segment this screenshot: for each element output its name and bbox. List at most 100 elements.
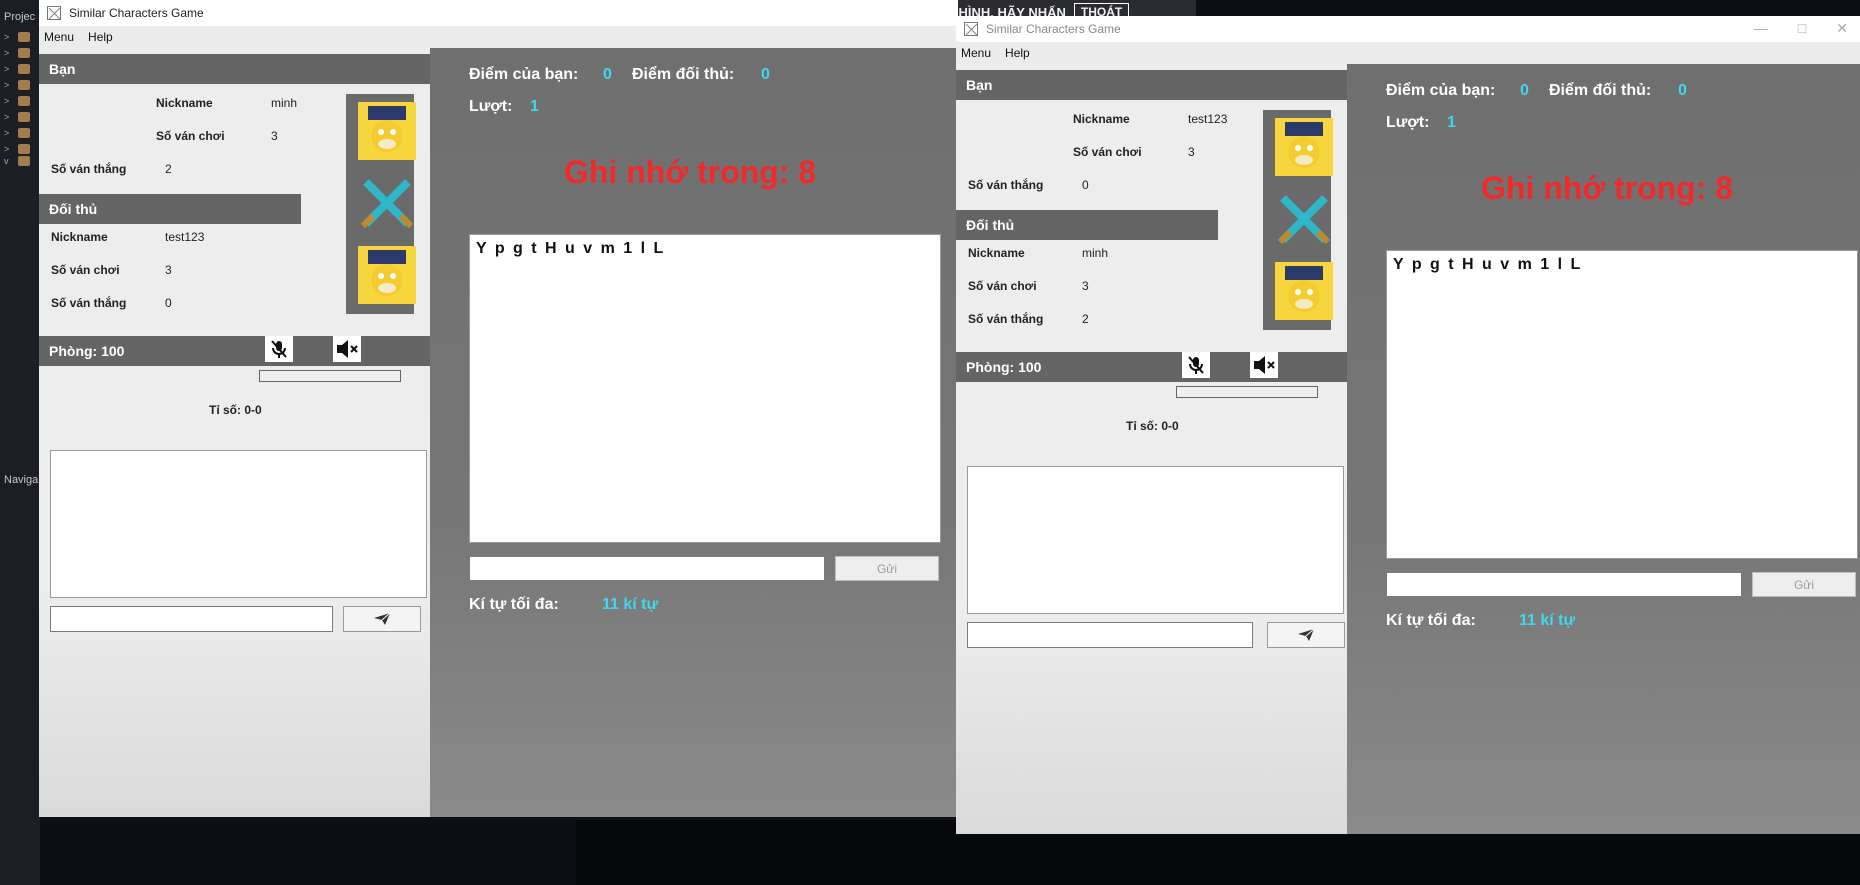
chat-input[interactable] [967,622,1253,648]
your-score-label: Điểm của bạn: [1386,82,1496,99]
opponent-avatar [358,246,416,304]
player-avatar [358,102,416,160]
room-header: Phòng: 100 [956,352,1347,382]
game-panel: Điểm của bạn: 0 Điểm đối thủ: 0 Lượt: 1 … [430,48,958,817]
submit-answer-button[interactable]: Gửi [835,556,939,581]
tree-expand-icon[interactable]: > [4,96,9,106]
close-icon[interactable]: ✕ [1836,20,1848,37]
volume-level-bar[interactable] [259,370,401,382]
tree-expand-icon[interactable]: > [4,144,9,154]
project-icon [18,96,30,106]
your-score-value: 0 [1520,82,1529,99]
tree-expand-icon[interactable]: > [4,128,9,138]
opponent-section-header: Đối thủ [39,194,301,224]
chat-messages-area[interactable] [50,450,427,598]
you-wins-label: Số ván thắng [51,162,127,176]
turn-value: 1 [530,98,539,115]
ide-navigator-label: Naviga [4,474,39,486]
opponent-score-label: Điểm đối thủ: [632,66,735,83]
opponent-wins-value: 2 [1082,312,1089,326]
app-icon [964,22,978,36]
maximize-icon[interactable]: □ [1798,20,1806,37]
volume-level-bar[interactable] [1176,386,1318,398]
opponent-nickname-label: Nickname [51,230,108,244]
opponent-nickname-label: Nickname [968,246,1025,260]
menubar: Menu Help [39,26,958,48]
your-score-value: 0 [603,66,612,83]
you-games-value: 3 [1188,145,1195,159]
project-icon [18,144,30,154]
match-score: Tỉ số: 0-0 [209,403,262,417]
opponent-section-header: Đối thủ [956,210,1218,240]
paper-plane-icon [374,612,391,625]
ide-sidebar: Projec > > > > > > > > v Naviga [0,0,40,885]
opponent-avatar [1275,262,1333,320]
menu-item-help[interactable]: Help [1005,46,1030,60]
speaker-muted-icon[interactable] [1250,352,1278,378]
turn-label: Lượt: [1386,114,1430,131]
opponent-score-value: 0 [1678,82,1687,99]
chat-messages-area[interactable] [967,466,1344,614]
game-window-player-test123: Similar Characters Game — □ ✕ Menu Help … [956,16,1860,834]
you-nickname-value: minh [271,96,298,110]
answer-input[interactable] [1386,572,1742,597]
ide-projects-label: Projec [4,11,36,23]
menu-item-menu[interactable]: Menu [961,46,991,60]
chat-input[interactable] [50,606,333,632]
you-games-label: Số ván chơi [156,129,225,143]
you-wins-label: Số ván thắng [968,178,1044,192]
you-games-label: Số ván chơi [1073,145,1142,159]
player-info-panel: Bạn Nickname minh Số ván chơi 3 Số ván t… [39,48,430,817]
app-icon [47,6,61,20]
tree-expand-icon[interactable]: > [4,112,9,122]
opponent-score-value: 0 [761,66,770,83]
characters-display: Y p g t H u v m 1 l L [1386,250,1858,559]
menubar: Menu Help [956,42,1860,64]
chat-send-button[interactable] [1267,622,1345,648]
project-icon [18,32,30,42]
window-titlebar[interactable]: Similar Characters Game [39,0,958,26]
speaker-muted-icon[interactable] [333,336,361,362]
max-chars-value: 11 kí tự [1519,612,1576,629]
opponent-wins-value: 0 [165,296,172,310]
opponent-nickname-value: minh [1082,246,1109,260]
mic-muted-icon[interactable] [1182,352,1210,378]
you-nickname-label: Nickname [1073,112,1130,126]
you-games-value: 3 [271,129,278,143]
tree-expand-icon[interactable]: > [4,80,9,90]
project-icon [18,80,30,90]
turn-value: 1 [1447,114,1456,131]
mic-muted-icon[interactable] [265,336,293,362]
paper-plane-icon [1298,628,1315,641]
window-title: Similar Characters Game [986,22,1121,36]
answer-input[interactable] [469,556,825,581]
menu-item-menu[interactable]: Menu [44,30,74,44]
game-window-player-minh: Similar Characters Game Menu Help Bạn Ni… [39,0,958,817]
turn-label: Lượt: [469,98,513,115]
you-section-header: Bạn [956,70,1347,100]
chat-send-button[interactable] [343,606,421,632]
opponent-games-label: Số ván chơi [968,279,1037,293]
opponent-games-label: Số ván chơi [51,263,120,277]
you-section-header: Bạn [39,54,430,84]
tree-expand-icon[interactable]: > [4,64,9,74]
crossed-swords-icon [1275,190,1333,248]
window-titlebar[interactable]: Similar Characters Game — □ ✕ [956,16,1860,42]
opponent-nickname-value: test123 [165,230,205,244]
you-nickname-label: Nickname [156,96,213,110]
tree-expand-icon[interactable]: > [4,48,9,58]
opponent-games-value: 3 [165,263,172,277]
submit-answer-button[interactable]: Gửi [1752,572,1856,597]
opponent-games-value: 3 [1082,279,1089,293]
player-info-panel: Bạn Nickname test123 Số ván chơi 3 Số vá… [956,64,1347,834]
your-score-label: Điểm của bạn: [469,66,579,83]
project-icon [18,156,30,166]
minimize-icon[interactable]: — [1754,20,1768,37]
menu-item-help[interactable]: Help [88,30,113,44]
memorize-timer: Ghi nhớ trong: 8 [1481,170,1734,206]
tree-expand-icon[interactable]: > [4,32,9,42]
max-chars-label: Kí tự tối đa: [1386,612,1476,629]
you-nickname-value: test123 [1188,112,1228,126]
tree-collapse-icon[interactable]: v [4,156,9,166]
you-wins-value: 2 [165,162,172,176]
